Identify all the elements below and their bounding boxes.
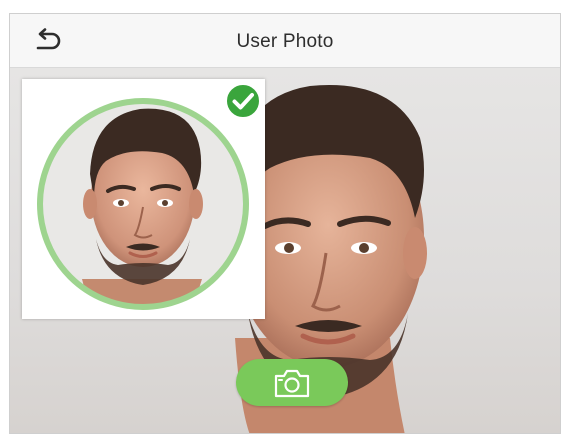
- page-title: User Photo: [236, 31, 334, 52]
- capture-photo-button[interactable]: [236, 359, 348, 406]
- check-badge-icon: [225, 83, 261, 119]
- camera-preview: [10, 68, 560, 433]
- captured-photo-panel: [22, 79, 265, 319]
- camera-icon: [274, 369, 310, 397]
- device-screen: User Photo: [9, 13, 561, 434]
- title-bar: User Photo: [10, 14, 560, 68]
